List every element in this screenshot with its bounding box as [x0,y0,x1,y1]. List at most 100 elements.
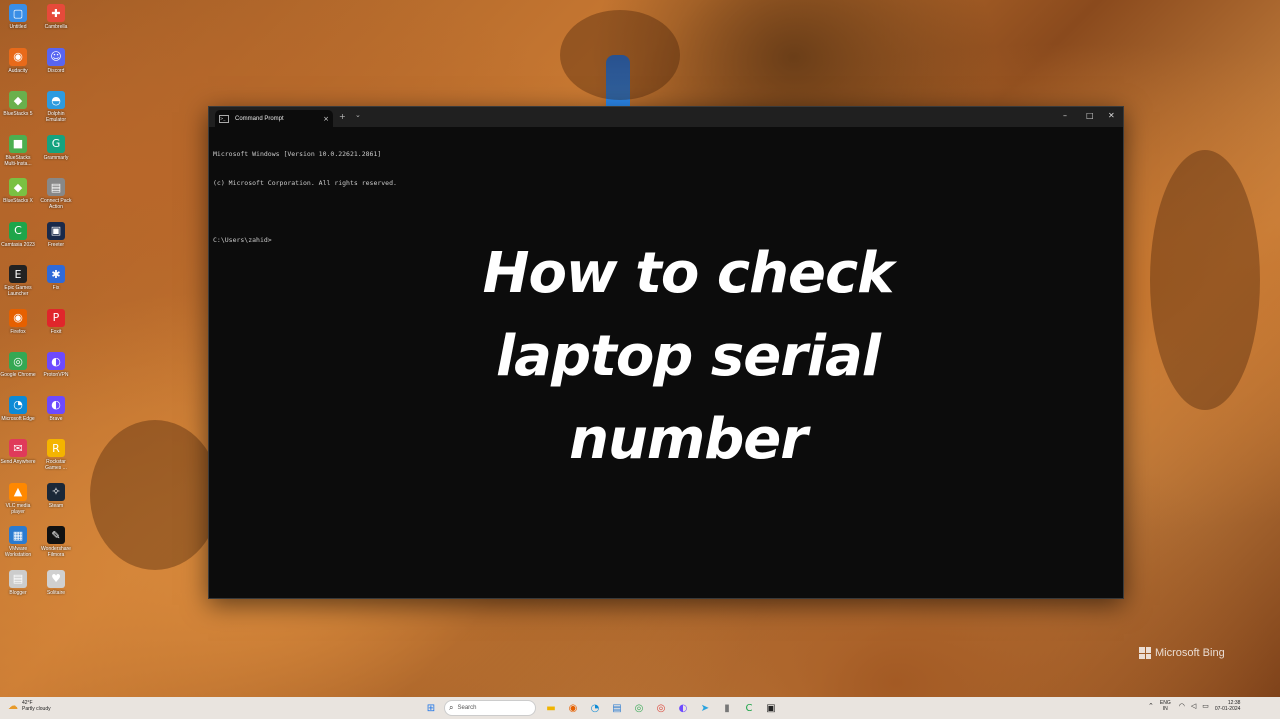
weather-widget[interactable]: ☁ 42°F Partly cloudy [8,700,51,712]
desktop-icon[interactable]: ☺ Discord [38,47,74,74]
desktop-icon[interactable]: C Camtasia 2023 [0,221,36,248]
desktop-icon-label: Freeter [47,241,65,248]
desktop-icon[interactable]: ◔ Microsoft Edge [0,395,36,422]
overlay-line: number [569,407,808,472]
title-bar[interactable]: >_ Command Prompt × + ⌄ – □ ✕ [209,107,1123,127]
microphone-icon[interactable]: ▮ [718,699,736,717]
desktop-icon-label: Cambrella [44,24,68,30]
desktop-icon-label: Steam [48,502,64,509]
desktop-icon[interactable]: R Rockstar Games ... [38,439,74,471]
desktop-icon[interactable]: G Grammarly [38,134,74,161]
app-icon: ▣ [47,221,65,240]
taskbar: ☁ 42°F Partly cloudy ⊞ ⌕ Search ▬ ◉ ◔ ▤ ◎ ◎ ◐ ➤ ▮ C ▣… [0,697,1280,719]
desktop-icon-label: Connect Pack Action [40,198,72,210]
terminal-output[interactable]: Microsoft Windows [Version 10.0.22621.28… [213,131,397,264]
desktop-icon-label: Discord [47,67,65,74]
desktop-icon[interactable]: E Epic Games Launcher [0,265,36,297]
new-tab-button[interactable]: + [339,112,346,121]
terminal-icon[interactable]: ▣ [762,699,780,717]
desktop-icon[interactable]: ✱ Fix [38,265,74,291]
terminal-tab-icon: >_ [219,114,229,123]
clock-date[interactable]: 07-01-2024 [1215,706,1241,712]
chrome-badge-icon[interactable]: ◎ [652,699,670,717]
app-icon: ◔ [9,395,27,414]
desktop-icon-label: VMware Workstation [4,546,32,558]
desktop-icon[interactable]: ✉ Send Anywhere [0,439,36,465]
app-icon: ▲ [9,482,27,501]
tab-command-prompt[interactable]: >_ Command Prompt × [215,110,333,127]
desktop-icon-label: Brave [49,415,63,422]
desktop-icon-label: Firefox [10,328,26,335]
app-icon: ◉ [9,47,27,66]
desktop-icon[interactable]: ▦ VMware Workstation [0,526,36,558]
maximize-button[interactable]: □ [1086,111,1094,120]
desktop-icon[interactable]: ♥ Solitaire [38,569,74,596]
app-icon: C [9,221,27,240]
desktop-icon[interactable]: ▲ VLC media player [0,482,36,515]
desktop-icon[interactable]: ✎ Wondershare Filmora [38,526,74,558]
app-icon: ◎ [9,352,27,370]
desktop-icon[interactable]: ▣ Freeter [38,221,74,248]
desktop-icon[interactable]: ◐ Brave [38,395,74,422]
desktop-icon[interactable]: ✚ Cambrella [38,4,74,30]
app-icon: ◉ [9,308,27,327]
desktop-icon[interactable]: ◉ Firefox [0,308,36,335]
wifi-icon[interactable]: ◠ [1179,702,1185,710]
desktop-icon-label: BlueStacks Multi-Insta... [4,154,32,167]
partly-cloudy-icon: ☁ [8,700,18,712]
battery-icon[interactable]: ▭ [1202,702,1209,710]
app-icon: ◓ [47,91,65,109]
desktop-icon[interactable]: ◓ Dolphin Emulator [38,91,74,123]
notepad-icon[interactable]: ▤ [608,699,626,717]
app-icon: ✚ [47,4,65,22]
desktop-icon-label: Audacity [8,67,28,74]
file-explorer-icon[interactable]: ▬ [542,699,560,717]
app-icon: ✧ [47,482,65,501]
desktop-icon[interactable]: ▢ Untitled [0,4,36,30]
chrome-icon[interactable]: ◎ [630,699,648,717]
firefox-icon[interactable]: ◉ [564,699,582,717]
weather-desc: Partly cloudy [22,706,51,712]
desktop-icon-label: BlueStacks X [3,198,33,204]
app-icon: ▦ [9,526,27,544]
chevron-up-icon[interactable]: ⌃ [1148,702,1154,710]
app-icon: ☺ [47,47,65,66]
speaker-icon[interactable]: ◁ [1191,702,1196,710]
search-icon: ⌕ [449,703,454,712]
desktop-icon-label: Solitaire [46,589,66,596]
desktop-icon[interactable]: ▤ Connect Pack Action [38,178,74,210]
desktop-icon[interactable]: ◆ BlueStacks X [0,178,36,204]
chevron-down-icon[interactable]: ⌄ [355,111,361,119]
rock-shadow [560,10,680,100]
desktop-icon[interactable]: ✧ Steam [38,482,74,509]
desktop-icon-label: Microsoft Edge [1,415,35,422]
close-button[interactable]: ✕ [1108,111,1115,120]
desktop-icon-label: Untitled [9,24,27,30]
app-icon: ▤ [47,178,65,196]
desktop-icon-label: Foxit [50,328,62,335]
desktop-icon[interactable]: ◐ ProtonVPN [38,352,74,378]
desktop-icon-label: Google Chrome [0,372,36,378]
desktop-icon-label: Fix [52,285,60,291]
camtasia-icon[interactable]: C [740,699,758,717]
search-placeholder: Search [457,705,477,711]
vpn-icon[interactable]: ◐ [674,699,692,717]
tab-close-icon[interactable]: × [323,115,329,123]
watermark-text: Microsoft Bing [1155,647,1225,659]
app-icon: ✱ [47,265,65,283]
edge-icon[interactable]: ◔ [586,699,604,717]
windows-start-icon[interactable]: ⊞ [422,699,440,717]
rock-shadow [1150,150,1260,410]
desktop-icon[interactable]: ◆ BlueStacks 5 [0,91,36,117]
search-box[interactable]: ⌕ Search [444,700,536,716]
telegram-icon[interactable]: ➤ [696,699,714,717]
desktop-icon[interactable]: ◎ Google Chrome [0,352,36,378]
desktop-icon-grid: ▢ Untitled ✚ Cambrella ◉ Audacity ☺ Discord ◆ Blu… [0,0,80,695]
desktop-icon[interactable]: ▤ Blogger [0,569,36,596]
minimize-button[interactable]: – [1063,111,1067,120]
desktop-icon[interactable]: ◉ Audacity [0,47,36,74]
desktop-icon[interactable]: P Foxit [38,308,74,335]
desktop-icon[interactable]: ■ BlueStacks Multi-Insta... [0,134,36,167]
overlay-line: How to check [482,241,895,306]
